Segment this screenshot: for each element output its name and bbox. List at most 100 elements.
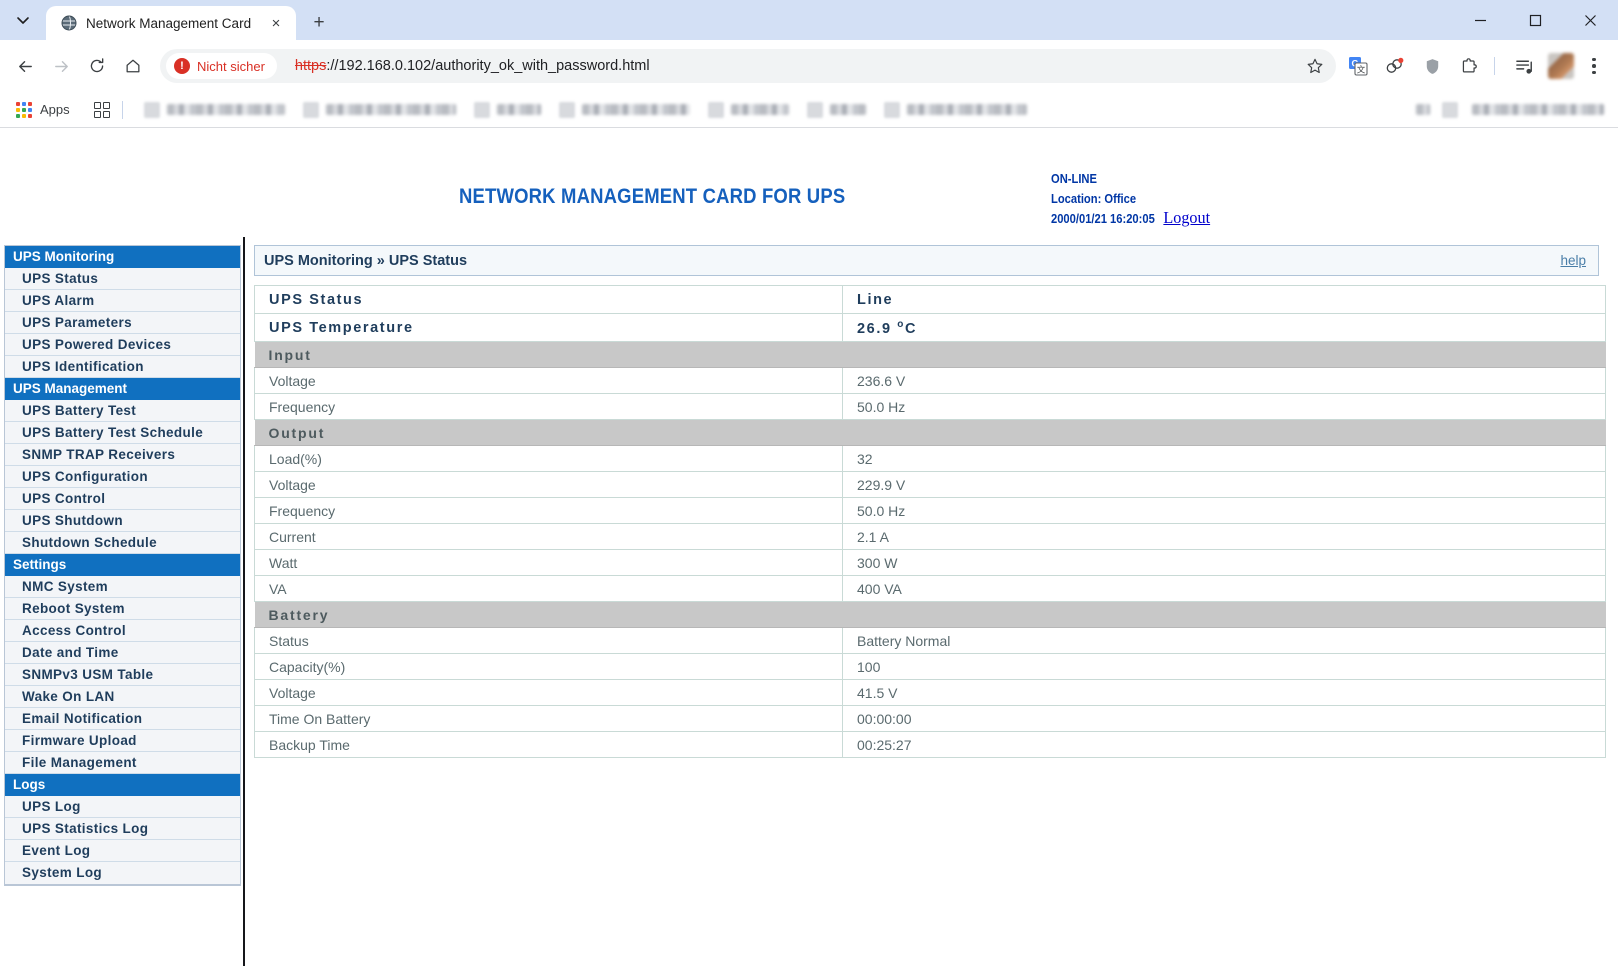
url-text[interactable]: https://192.168.0.102/authority_ok_with_… bbox=[295, 58, 1300, 74]
tab-title: Network Management Card bbox=[86, 15, 252, 31]
table-row: Current 2.1 A bbox=[254, 523, 1606, 550]
bookmark-favicon-icon bbox=[473, 101, 490, 118]
breadcrumb-text: UPS Monitoring » UPS Status bbox=[264, 252, 468, 269]
address-bar[interactable]: ! Nicht sicher https://192.168.0.102/aut… bbox=[160, 49, 1336, 83]
chrome-menu-icon[interactable] bbox=[1580, 49, 1608, 83]
table-row: Capacity(%) 100 bbox=[254, 653, 1606, 680]
row-value: 236.6 V bbox=[842, 367, 1606, 394]
table-row: Voltage 236.6 V bbox=[254, 367, 1606, 394]
table-row: Frequency 50.0 Hz bbox=[254, 393, 1606, 420]
sidebar-item-ups-powered-devices[interactable]: UPS Powered Devices bbox=[5, 334, 240, 356]
sidebar-group-settings[interactable]: Settings bbox=[5, 554, 240, 576]
sidebar-item-ups-alarm[interactable]: UPS Alarm bbox=[5, 290, 240, 312]
sidebar-group-ups-management[interactable]: UPS Management bbox=[5, 378, 240, 400]
page-header: NETWORK MANAGEMENT CARD FOR UPS ON-LINE … bbox=[0, 137, 1618, 237]
logout-link[interactable]: Logout bbox=[1163, 208, 1210, 228]
sidebar-item-access-control[interactable]: Access Control bbox=[5, 620, 240, 642]
row-value: 100 bbox=[842, 653, 1606, 680]
sidebar-item-ups-configuration[interactable]: UPS Configuration bbox=[5, 466, 240, 488]
bookmark-item[interactable] bbox=[1442, 97, 1604, 123]
row-label: Backup Time bbox=[254, 731, 843, 758]
sidebar-item-ups-battery-test-schedule[interactable]: UPS Battery Test Schedule bbox=[5, 422, 240, 444]
bookmark-item[interactable] bbox=[699, 97, 798, 123]
sidebar-item-reboot-system[interactable]: Reboot System bbox=[5, 598, 240, 620]
bookmark-label-redacted bbox=[829, 104, 866, 115]
table-row: VA 400 VA bbox=[254, 575, 1606, 602]
sidebar-item-event-log[interactable]: Event Log bbox=[5, 840, 240, 862]
row-label: Capacity(%) bbox=[254, 653, 843, 680]
page-body: UPS Monitoring UPS Status UPS Alarm UPS … bbox=[0, 237, 1618, 966]
sidebar-item-ups-shutdown[interactable]: UPS Shutdown bbox=[5, 510, 240, 532]
row-value: 00:00:00 bbox=[842, 705, 1606, 732]
security-badge[interactable]: ! Nicht sicher bbox=[166, 53, 277, 79]
table-row: Frequency 50.0 Hz bbox=[254, 497, 1606, 524]
sidebar-item-ups-log[interactable]: UPS Log bbox=[5, 796, 240, 818]
sidebar-item-date-and-time[interactable]: Date and Time bbox=[5, 642, 240, 664]
bookmark-item[interactable] bbox=[135, 97, 294, 123]
globe-icon bbox=[60, 15, 77, 32]
extensions-puzzle-icon[interactable] bbox=[1454, 49, 1484, 83]
sidebar-item-snmpv3-usm-table[interactable]: SNMPv3 USM Table bbox=[5, 664, 240, 686]
sidebar-item-ups-parameters[interactable]: UPS Parameters bbox=[5, 312, 240, 334]
row-value: 26.9 oC bbox=[842, 313, 1606, 342]
table-section-row: Input bbox=[254, 341, 1606, 368]
sidebar-item-ups-battery-test[interactable]: UPS Battery Test bbox=[5, 400, 240, 422]
sidebar-group-logs[interactable]: Logs bbox=[5, 774, 240, 796]
sidebar-item-shutdown-schedule[interactable]: Shutdown Schedule bbox=[5, 532, 240, 554]
close-icon[interactable]: × bbox=[266, 13, 286, 33]
row-value: 229.9 V bbox=[842, 471, 1606, 498]
row-value: 41.5 V bbox=[842, 679, 1606, 706]
profile-avatar-icon[interactable] bbox=[1548, 53, 1574, 79]
sidebar-item-system-log[interactable]: System Log bbox=[5, 862, 240, 884]
maximize-icon[interactable] bbox=[1508, 0, 1563, 40]
apps-label: Apps bbox=[40, 102, 70, 117]
reload-icon[interactable] bbox=[80, 49, 114, 83]
tab-search-button[interactable] bbox=[0, 0, 46, 40]
browser-tab[interactable]: Network Management Card × bbox=[46, 6, 296, 40]
sidebar-item-snmp-trap-receivers[interactable]: SNMP TRAP Receivers bbox=[5, 444, 240, 466]
sidebar-item-email-notification[interactable]: Email Notification bbox=[5, 708, 240, 730]
section-label: Battery bbox=[254, 601, 1606, 628]
web-page: NETWORK MANAGEMENT CARD FOR UPS ON-LINE … bbox=[0, 137, 1618, 966]
new-tab-button[interactable]: + bbox=[304, 8, 334, 38]
table-row: Load(%) 32 bbox=[254, 445, 1606, 472]
sidebar-item-firmware-upload[interactable]: Firmware Upload bbox=[5, 730, 240, 752]
section-label: Input bbox=[254, 341, 1606, 368]
sidebar-item-ups-identification[interactable]: UPS Identification bbox=[5, 356, 240, 378]
home-icon[interactable] bbox=[116, 49, 150, 83]
google-translate-icon[interactable]: G 文 bbox=[1343, 49, 1373, 83]
table-row: Voltage 229.9 V bbox=[254, 471, 1606, 498]
table-row: UPS Temperature 26.9 oC bbox=[254, 313, 1606, 342]
sidebar-item-ups-status[interactable]: UPS Status bbox=[5, 268, 240, 290]
row-label: UPS Status bbox=[254, 285, 843, 314]
sidebar-item-nmc-system[interactable]: NMC System bbox=[5, 576, 240, 598]
table-row: Watt 300 W bbox=[254, 549, 1606, 576]
bookmark-item[interactable] bbox=[798, 97, 875, 123]
bookmark-star-icon[interactable] bbox=[1300, 51, 1330, 81]
table-section-row: Battery bbox=[254, 601, 1606, 628]
apps-shortcut[interactable]: Apps bbox=[16, 101, 78, 118]
sidebar-group-ups-monitoring[interactable]: UPS Monitoring bbox=[5, 246, 240, 268]
back-icon[interactable] bbox=[8, 49, 42, 83]
close-window-icon[interactable] bbox=[1563, 0, 1618, 40]
sidebar-item-ups-control[interactable]: UPS Control bbox=[5, 488, 240, 510]
row-label: Voltage bbox=[254, 367, 843, 394]
bookmark-panel-icon[interactable] bbox=[93, 101, 110, 118]
media-control-icon[interactable] bbox=[1510, 49, 1540, 83]
bookmark-item[interactable] bbox=[875, 97, 1036, 123]
sidebar-item-wake-on-lan[interactable]: Wake On LAN bbox=[5, 686, 240, 708]
ups-status-table: UPS Status Line UPS Temperature 26.9 oC Inpu… bbox=[254, 285, 1606, 758]
help-link[interactable]: help bbox=[1560, 253, 1586, 268]
shield-icon[interactable] bbox=[1417, 49, 1447, 83]
status-info: ON-LINE Location: Office 2000/01/21 16:2… bbox=[1051, 169, 1210, 229]
online-status: ON-LINE bbox=[1051, 171, 1097, 186]
table-row: Backup Time 00:25:27 bbox=[254, 731, 1606, 758]
bookmark-item[interactable] bbox=[550, 97, 699, 123]
forward-icon[interactable] bbox=[44, 49, 78, 83]
sidebar-item-ups-statistics-log[interactable]: UPS Statistics Log bbox=[5, 818, 240, 840]
share-extension-icon[interactable] bbox=[1380, 49, 1410, 83]
bookmark-item[interactable] bbox=[465, 97, 550, 123]
sidebar-item-file-management[interactable]: File Management bbox=[5, 752, 240, 774]
bookmark-item[interactable] bbox=[294, 97, 465, 123]
minimize-icon[interactable] bbox=[1453, 0, 1508, 40]
